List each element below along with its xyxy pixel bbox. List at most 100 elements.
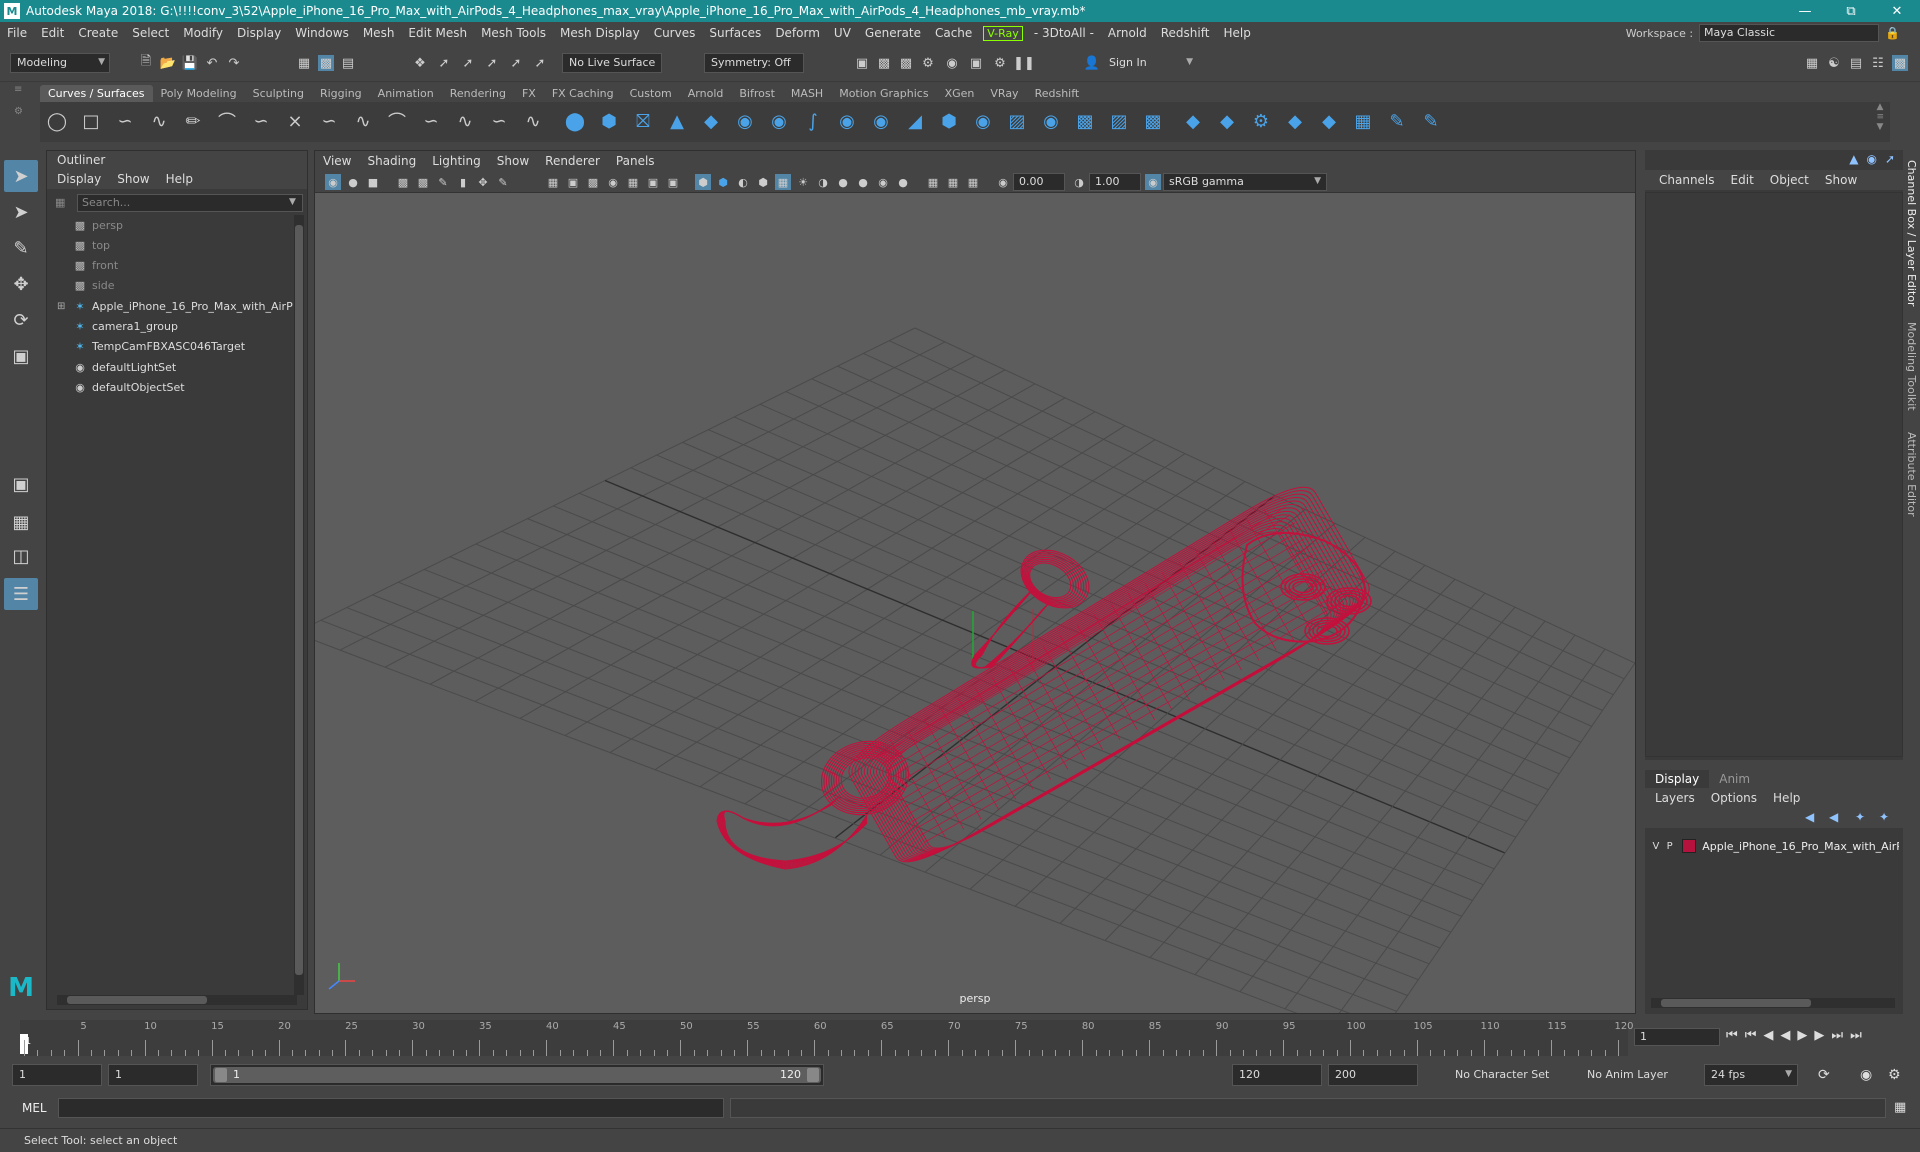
outliner-item[interactable]: ▩ front bbox=[57, 256, 307, 276]
bevel-plus-icon[interactable]: ⬢ bbox=[936, 108, 962, 134]
layer-color-swatch[interactable] bbox=[1682, 839, 1697, 853]
loop-icon[interactable]: ⟳ bbox=[1818, 1067, 1830, 1083]
command-input[interactable] bbox=[58, 1098, 724, 1118]
outliner-menu-show[interactable]: Show bbox=[117, 172, 165, 186]
use-default-material-icon[interactable]: ◐ bbox=[735, 174, 751, 190]
menu-edit-mesh[interactable]: Edit Mesh bbox=[401, 26, 474, 40]
anti-aliasing-icon[interactable]: ◉ bbox=[875, 174, 891, 190]
shelf-tab-poly-modeling[interactable]: Poly Modeling bbox=[153, 85, 245, 102]
gamma-field[interactable]: 1.00 bbox=[1089, 173, 1141, 191]
outliner-layout-icon[interactable]: ☰ bbox=[4, 578, 38, 610]
gate-mask-icon[interactable]: ◉ bbox=[605, 174, 621, 190]
attach-surfaces-icon[interactable]: ◆ bbox=[1180, 108, 1206, 134]
wireframe-on-shaded-icon[interactable]: ⬢ bbox=[755, 174, 771, 190]
snap-surface-icon[interactable]: ➚ bbox=[508, 55, 524, 71]
channel-menu-show[interactable]: Show bbox=[1817, 173, 1865, 187]
cv-curve-icon[interactable]: ∽ bbox=[112, 108, 138, 134]
grease-pencil-icon[interactable]: ✎ bbox=[435, 174, 451, 190]
menu-mesh-display[interactable]: Mesh Display bbox=[553, 26, 647, 40]
four-view-layout-icon[interactable]: ▦ bbox=[4, 506, 38, 538]
wireframe-icon[interactable]: ⬢ bbox=[695, 174, 711, 190]
menu-set-dropdown[interactable]: Modeling ▼ bbox=[10, 53, 110, 73]
animation-start-field[interactable]: 1 bbox=[12, 1064, 102, 1086]
nurbs-sphere-icon[interactable]: ⬤ bbox=[562, 108, 588, 134]
command-language-label[interactable]: MEL bbox=[22, 1101, 47, 1115]
modeling-toolkit-side-tab[interactable]: Modeling Toolkit bbox=[1905, 322, 1918, 411]
viewport-menu-shading[interactable]: Shading bbox=[367, 154, 432, 168]
exposure-icon[interactable]: ◉ bbox=[995, 174, 1011, 190]
square-surface-icon[interactable]: ▨ bbox=[1004, 108, 1030, 134]
layer-menu-layers[interactable]: Layers bbox=[1655, 791, 1711, 805]
attach-curves-icon[interactable]: ∽ bbox=[316, 108, 342, 134]
menu-uv[interactable]: UV bbox=[827, 26, 858, 40]
shelf-tab-xgen[interactable]: XGen bbox=[937, 85, 983, 102]
attribute-editor-side-tab[interactable]: Attribute Editor bbox=[1905, 432, 1918, 517]
layer-horizontal-scrollbar[interactable] bbox=[1651, 998, 1895, 1008]
outliner-item[interactable]: ▩ top bbox=[57, 235, 307, 255]
layer-playback-toggle[interactable]: P bbox=[1663, 841, 1677, 852]
snap-view-icon[interactable]: ➚ bbox=[484, 55, 500, 71]
nurbs-cone-icon[interactable]: ▲ bbox=[664, 108, 690, 134]
single-perspective-layout-icon[interactable]: ▣ bbox=[4, 468, 38, 500]
arc-tool-icon[interactable]: ⌒ bbox=[214, 108, 240, 134]
ep-curve-icon[interactable]: ∿ bbox=[146, 108, 172, 134]
symmetry-dropdown[interactable]: Symmetry: Off bbox=[704, 53, 804, 73]
shelf-tab-bifrost[interactable]: Bifrost bbox=[731, 85, 783, 102]
motion-blur-icon[interactable]: ● bbox=[855, 174, 871, 190]
shadows-icon[interactable]: ◑ bbox=[815, 174, 831, 190]
channel-box-side-tab[interactable]: Channel Box / Layer Editor bbox=[1905, 160, 1918, 307]
workspace-dropdown[interactable]: Maya Classic bbox=[1699, 24, 1880, 42]
move-layer-up-icon[interactable]: ◀ bbox=[1805, 810, 1814, 824]
outliner-filter-icon[interactable]: ▦ bbox=[55, 196, 65, 209]
go-to-end-icon[interactable]: ⏭ bbox=[1850, 1028, 1862, 1048]
insert-isoparm-icon[interactable]: ⚙ bbox=[1248, 108, 1274, 134]
field-chart-icon[interactable]: ▦ bbox=[625, 174, 641, 190]
menu-v-ray[interactable]: V-Ray bbox=[983, 25, 1023, 41]
outliner-search-input[interactable]: Search... bbox=[77, 194, 303, 212]
playback-range-bar[interactable]: 1 120 bbox=[210, 1064, 824, 1086]
outliner-item[interactable]: ▩ persp bbox=[57, 215, 307, 235]
scale-tool-icon[interactable]: ▣ bbox=[4, 340, 38, 372]
image-plane-icon[interactable]: ▩ bbox=[395, 174, 411, 190]
render-frame-icon[interactable]: ▩ bbox=[876, 55, 892, 71]
paint-select-tool-icon[interactable]: ✎ bbox=[4, 232, 38, 264]
xray-joints-icon[interactable]: ▦ bbox=[945, 174, 961, 190]
shelf-tab-motion-graphics[interactable]: Motion Graphics bbox=[831, 85, 936, 102]
close-icon[interactable]: ✕ bbox=[1874, 0, 1920, 22]
shelf-tab-arnold[interactable]: Arnold bbox=[680, 85, 732, 102]
modeling-toolkit-icon[interactable]: ▦ bbox=[1804, 55, 1820, 71]
channel-menu-edit[interactable]: Edit bbox=[1723, 173, 1762, 187]
two-pane-layout-icon[interactable]: ◫ bbox=[4, 540, 38, 572]
viewport-menu-lighting[interactable]: Lighting bbox=[432, 154, 497, 168]
step-forward-frame-icon[interactable]: ⏭ bbox=[1831, 1028, 1843, 1048]
safe-action-icon[interactable]: ▣ bbox=[645, 174, 661, 190]
auto-key-icon[interactable]: ◉ bbox=[1860, 1067, 1872, 1083]
extrude-icon[interactable]: ◉ bbox=[868, 108, 894, 134]
shelf-scroll-icon[interactable]: ▲ ≡ ▼ bbox=[1876, 102, 1884, 132]
user-icon[interactable]: 👤 bbox=[1084, 55, 1100, 71]
untrim-icon[interactable]: ▩ bbox=[1140, 108, 1166, 134]
playback-start-field[interactable]: 1 bbox=[108, 1064, 198, 1086]
extend-surface-icon[interactable]: ◆ bbox=[1282, 108, 1308, 134]
menu-mesh-tools[interactable]: Mesh Tools bbox=[474, 26, 553, 40]
shelf-tab-sculpting[interactable]: Sculpting bbox=[245, 85, 312, 102]
menu-create[interactable]: Create bbox=[71, 26, 125, 40]
minimize-icon[interactable]: — bbox=[1782, 0, 1828, 22]
shelf-tab-animation[interactable]: Animation bbox=[370, 85, 442, 102]
menu-surfaces[interactable]: Surfaces bbox=[702, 26, 768, 40]
menu-arnold[interactable]: Arnold bbox=[1101, 26, 1154, 40]
camera-attributes-icon[interactable]: ● bbox=[345, 174, 361, 190]
open-scene-icon[interactable]: 📂 bbox=[160, 55, 176, 71]
use-all-lights-icon[interactable]: ☀ bbox=[795, 174, 811, 190]
curve-intersect-icon[interactable]: ⨯ bbox=[282, 108, 308, 134]
offset-surface-icon[interactable]: ◆ bbox=[1316, 108, 1342, 134]
shelf-tab-vray[interactable]: VRay bbox=[982, 85, 1026, 102]
view-transform-dropdown[interactable]: sRGB gamma ▼ bbox=[1163, 173, 1327, 191]
smooth-shade-icon[interactable]: ⬢ bbox=[715, 174, 731, 190]
tool-settings-icon[interactable]: ☷ bbox=[1870, 55, 1886, 71]
shelf-tab-rigging[interactable]: Rigging bbox=[312, 85, 370, 102]
viewport-menu-view[interactable]: View bbox=[323, 154, 367, 168]
bookmark-icon[interactable]: ▮ bbox=[455, 174, 471, 190]
viewport-menu-panels[interactable]: Panels bbox=[616, 154, 671, 168]
attribute-icon[interactable]: ◉ bbox=[1866, 152, 1876, 166]
